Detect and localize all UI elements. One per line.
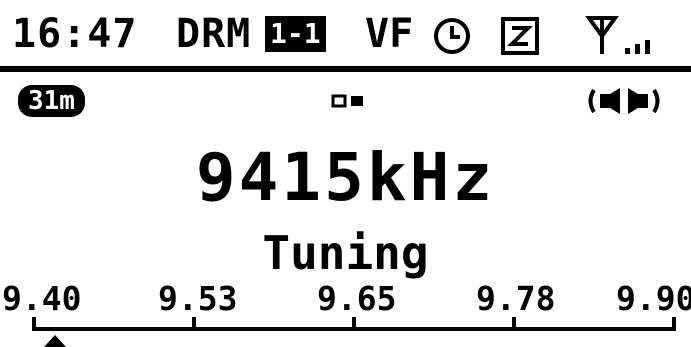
- status-bar: 16:47 DRM 1-1 VF: [0, 0, 691, 66]
- mode-indicator: DRM: [176, 11, 252, 57]
- tuning-marker: [44, 335, 66, 347]
- program-badge: 1-1: [265, 16, 326, 52]
- frequency-scale: [32, 317, 676, 331]
- clock-icon: [434, 18, 470, 54]
- band-badge: 31m: [18, 85, 85, 117]
- z-box-icon: [501, 17, 539, 55]
- small-squares-icon: [331, 94, 363, 108]
- vf-indicator: VF: [365, 11, 414, 57]
- tuning-status: Tuning: [262, 226, 429, 280]
- clock-time: 16:47: [12, 11, 138, 57]
- status-divider: [0, 66, 691, 72]
- signal-strength-icon: [625, 40, 650, 54]
- radio-display: 16:47 DRM 1-1 VF 31m 9415kHz Tuning 9.40…: [0, 0, 691, 347]
- frequency-display: 9415kHz: [195, 139, 496, 216]
- antenna-icon: [585, 16, 619, 54]
- stereo-speaker-icon: [588, 88, 660, 114]
